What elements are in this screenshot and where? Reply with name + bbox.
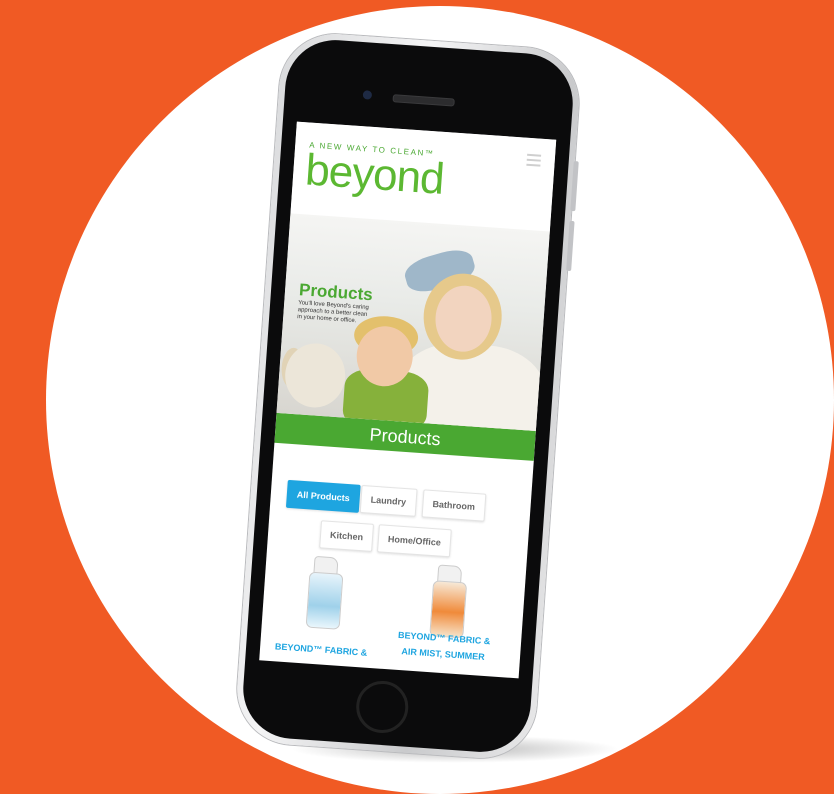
hamburger-icon[interactable] — [526, 153, 542, 170]
filter-laundry[interactable]: Laundry — [359, 484, 418, 517]
front-camera — [362, 90, 373, 100]
phone-device: A NEW WAY TO CLEAN™ beyond Products You'… — [233, 30, 583, 762]
hero-description: You'll love Beyond's caring approach to … — [297, 300, 370, 325]
product-grid: BEYOND™ FABRIC & BEYOND™ FABRIC & AIR MI… — [261, 553, 526, 662]
site-header: A NEW WAY TO CLEAN™ beyond — [290, 121, 557, 232]
filter-all-products[interactable]: All Products — [285, 479, 361, 513]
phone-bezel: A NEW WAY TO CLEAN™ beyond Products You'… — [239, 36, 577, 756]
home-button[interactable] — [354, 679, 410, 735]
filter-home-office[interactable]: Home/Office — [377, 524, 452, 558]
product-image-2[interactable] — [423, 564, 472, 639]
hero-banner: Products You'll love Beyond's caring app… — [276, 213, 550, 432]
earpiece-speaker — [392, 94, 455, 107]
product-image-1[interactable] — [300, 555, 349, 630]
filter-bathroom[interactable]: Bathroom — [421, 489, 486, 522]
brand-logo[interactable]: beyond — [304, 145, 445, 204]
product-title-1[interactable]: BEYOND™ FABRIC & — [266, 639, 377, 661]
filter-kitchen[interactable]: Kitchen — [319, 520, 375, 552]
phone-screen: A NEW WAY TO CLEAN™ beyond Products You'… — [259, 121, 557, 679]
